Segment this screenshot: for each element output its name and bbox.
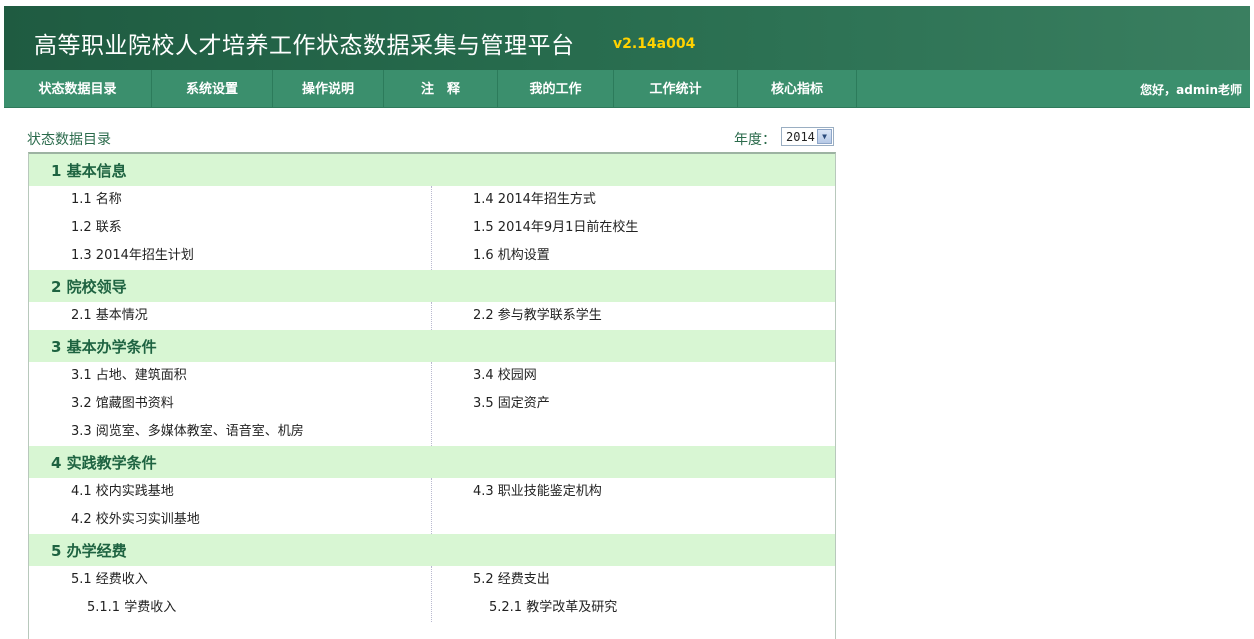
section-header: 3 基本办学条件 bbox=[29, 330, 835, 362]
section-header: 4 实践教学条件 bbox=[29, 446, 835, 478]
catalog-link[interactable]: 3.1 占地、建筑面积 bbox=[71, 362, 187, 390]
nav-item-instructions[interactable]: 操作说明 bbox=[273, 70, 384, 107]
catalog-link[interactable]: 4.1 校内实践基地 bbox=[71, 478, 174, 506]
catalog-link[interactable]: 1.5 2014年9月1日前在校生 bbox=[473, 214, 638, 242]
section-header: 1 基本信息 bbox=[29, 154, 835, 186]
catalog-link[interactable]: 5.1 经费收入 bbox=[71, 566, 148, 594]
chevron-down-icon[interactable]: ▼ bbox=[817, 129, 832, 144]
nav-item-notes[interactable]: 注 释 bbox=[384, 70, 498, 107]
section-items: 3.1 占地、建筑面积 3.4 校园网 3.2 馆藏图书资料 3.5 固定资产 3.3 … bbox=[29, 362, 835, 446]
catalog-link[interactable]: 5.2.1 教学改革及研究 bbox=[489, 594, 617, 622]
catalog-link[interactable]: 3.2 馆藏图书资料 bbox=[71, 390, 174, 418]
catalog-row: 3.3 阅览室、多媒体教室、语音室、机房 bbox=[29, 418, 835, 446]
catalog-link[interactable]: 3.3 阅览室、多媒体教室、语音室、机房 bbox=[71, 418, 304, 446]
section-items: 1.1 名称 1.4 2014年招生方式 1.2 联系 1.5 2014年9月1日前在… bbox=[29, 186, 835, 270]
catalog-link[interactable]: 1.1 名称 bbox=[71, 186, 122, 214]
catalog-link[interactable]: 3.4 校园网 bbox=[473, 362, 537, 390]
catalog-row: 2.1 基本情况 2.2 参与教学联系学生 bbox=[29, 302, 835, 330]
catalog-row: 3.2 馆藏图书资料 3.5 固定资产 bbox=[29, 390, 835, 418]
app-header: 高等职业院校人才培养工作状态数据采集与管理平台 v2.14a004 bbox=[4, 6, 1250, 70]
catalog-link[interactable]: 2.1 基本情况 bbox=[71, 302, 148, 330]
catalog-row: 4.1 校内实践基地 4.3 职业技能鉴定机构 bbox=[29, 478, 835, 506]
catalog-row: 1.3 2014年招生计划 1.6 机构设置 bbox=[29, 242, 835, 270]
nav-item-core-indicators[interactable]: 核心指标 bbox=[738, 70, 857, 107]
catalog-link[interactable]: 4.3 职业技能鉴定机构 bbox=[473, 478, 602, 506]
nav-item-status-catalog[interactable]: 状态数据目录 bbox=[4, 70, 152, 107]
user-greeting: 您好，admin老师 bbox=[1140, 83, 1242, 97]
year-label: 年度： bbox=[734, 132, 776, 148]
nav-item-system-settings[interactable]: 系统设置 bbox=[152, 70, 273, 107]
nav-item-work-stats[interactable]: 工作统计 bbox=[614, 70, 738, 107]
page-title: 状态数据目录 bbox=[27, 132, 111, 148]
app-version: v2.14a004 bbox=[613, 36, 696, 52]
year-select[interactable]: 2014 ▼ bbox=[781, 127, 834, 146]
section-header: 5 办学经费 bbox=[29, 534, 835, 566]
catalog-row: 1.2 联系 1.5 2014年9月1日前在校生 bbox=[29, 214, 835, 242]
catalog-row: 5.1 经费收入 5.2 经费支出 bbox=[29, 566, 835, 594]
catalog-link[interactable]: 1.6 机构设置 bbox=[473, 242, 550, 270]
nav-item-my-work[interactable]: 我的工作 bbox=[498, 70, 614, 107]
section-header: 2 院校领导 bbox=[29, 270, 835, 302]
catalog-link[interactable]: 5.2 经费支出 bbox=[473, 566, 550, 594]
section-items: 2.1 基本情况 2.2 参与教学联系学生 bbox=[29, 302, 835, 330]
catalog-link[interactable]: 1.3 2014年招生计划 bbox=[71, 242, 194, 270]
section-items: 4.1 校内实践基地 4.3 职业技能鉴定机构 4.2 校外实习实训基地 bbox=[29, 478, 835, 534]
catalog-row: 4.2 校外实习实训基地 bbox=[29, 506, 835, 534]
catalog-link[interactable]: 1.4 2014年招生方式 bbox=[473, 186, 596, 214]
catalog-row: 3.1 占地、建筑面积 3.4 校园网 bbox=[29, 362, 835, 390]
year-select-value: 2014 bbox=[786, 130, 815, 144]
catalog-row: 5.1.1 学费收入 5.2.1 教学改革及研究 bbox=[29, 594, 835, 622]
catalog-link[interactable]: 5.1.1 学费收入 bbox=[87, 594, 176, 622]
section-items: 5.1 经费收入 5.2 经费支出 5.1.1 学费收入 5.2.1 教学改革及研究 bbox=[29, 566, 835, 622]
catalog-link[interactable]: 2.2 参与教学联系学生 bbox=[473, 302, 602, 330]
catalog-panel: 1 基本信息 1.1 名称 1.4 2014年招生方式 1.2 联系 1.5 2014年… bbox=[28, 152, 836, 639]
catalog-link[interactable]: 1.2 联系 bbox=[71, 214, 122, 242]
catalog-link[interactable]: 3.5 固定资产 bbox=[473, 390, 550, 418]
catalog-link[interactable]: 4.2 校外实习实训基地 bbox=[71, 506, 200, 534]
catalog-row: 1.1 名称 1.4 2014年招生方式 bbox=[29, 186, 835, 214]
app-title: 高等职业院校人才培养工作状态数据采集与管理平台 bbox=[34, 33, 575, 59]
main-nav: 状态数据目录 系统设置 操作说明 注 释 我的工作 工作统计 核心指标 您好，a… bbox=[4, 70, 1250, 108]
